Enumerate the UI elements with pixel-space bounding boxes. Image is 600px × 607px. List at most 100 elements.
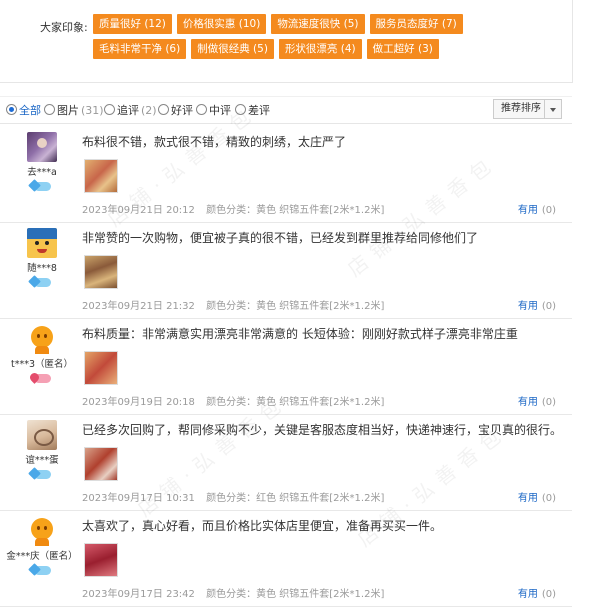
review-text: 布料质量：非常满意实用漂亮非常满意的 长短体验：刚刚好款式样子漂亮非常庄重 [82,327,518,341]
review-meta: 2023年09月21日 21:32 颜色分类：黄色 织锦五件套[2米*1.2米] [82,297,392,312]
review-variant: 颜色分类：黄色 织锦五件套[2米*1.2米] [206,397,385,408]
reviewer-nick: 金***庆 [6,551,40,562]
review-photo[interactable] [84,447,118,481]
diamond-level-icon [33,182,51,191]
reviewer-nick: 随***8 [27,263,57,274]
useful-vote: 有用 (0) [518,489,556,504]
filter-option-count: (2) [141,104,157,117]
review-item: 去***a 布料很不错，款式很不错，精致的刺绣，太庄严了 2023年09月21日… [0,126,572,223]
review-variant: 颜色分类：黄色 织锦五件套[2米*1.2米] [206,205,385,216]
anonymous-tag: （匿名） [39,551,78,562]
reviewer-name: 金***庆（匿名） [0,548,84,562]
filter-option[interactable]: 差评 [235,102,270,118]
review-photo[interactable] [84,255,118,289]
filter-option-label: 全部 [19,104,41,117]
filter-option[interactable]: 全部 [6,102,41,118]
impression-tags: 质量很好 (12) 价格很实惠 (10) 物流速度很快 (5) 服务员态度好 (7) 毛… [93,14,563,64]
review-date: 2023年09月21日 21:32 [82,301,195,312]
review-text: 已经多次回购了，帮同修采购不少，关键是客服态度相当好，快递神速行，宝贝真的很行。 [82,423,562,437]
impression-tag[interactable]: 形状很漂亮 (4) [278,39,362,59]
useful-button[interactable]: 有用 [518,493,538,504]
reviewer-name: 谊***蛋 [0,452,84,466]
reviewer-nick: 去***a [27,167,57,178]
review-meta: 2023年09月21日 20:12 颜色分类：黄色 织锦五件套[2米*1.2米] [82,201,392,216]
impression-tag[interactable]: 做工超好 (3) [366,39,439,59]
impression-tag[interactable]: 物流速度很快 (5) [271,14,365,34]
radio-icon[interactable] [235,104,246,115]
useful-button[interactable]: 有用 [518,589,538,600]
review-date: 2023年09月21日 20:12 [82,205,195,216]
impression-tag[interactable]: 质量很好 (12) [93,14,172,34]
review-variant: 颜色分类：黄色 织锦五件套[2米*1.2米] [206,301,385,312]
avatar[interactable] [27,420,57,450]
reviewer: t***3（匿名） [0,324,84,385]
impression-tag[interactable]: 价格很实惠 (10) [176,14,267,34]
radio-icon[interactable] [104,104,115,115]
review-variant: 颜色分类：红色 织锦五件套[2米*1.2米] [206,493,385,504]
radio-icon[interactable] [158,104,169,115]
useful-count: (0) [541,301,556,312]
review-meta: 2023年09月17日 23:42 颜色分类：黄色 织锦五件套[2米*1.2米] [82,585,392,600]
review-item: 随***8 非常赞的一次购物，便宜被子真的很不错，已经发到群里推荐给同修他们了 … [0,222,572,319]
avatar[interactable] [27,132,57,162]
filter-option-count: (31) [81,104,104,117]
filter-option-label: 好评 [171,104,193,117]
heart-level-icon [33,374,51,383]
impressions-panel: 大家印象: 质量很好 (12) 价格很实惠 (10) 物流速度很快 (5) 服务员态度… [0,0,573,83]
review-meta: 2023年09月17日 10:31 颜色分类：红色 织锦五件套[2米*1.2米] [82,489,392,504]
review-photo[interactable] [84,159,118,193]
useful-count: (0) [541,397,556,408]
review-variant: 颜色分类：黄色 织锦五件套[2米*1.2米] [206,589,385,600]
filter-option-label: 追评 [117,104,139,117]
diamond-level-icon [33,278,51,287]
radio-icon[interactable] [6,104,17,115]
useful-button[interactable]: 有用 [518,205,538,216]
anonymous-tag: （匿名） [35,359,74,370]
useful-vote: 有用 (0) [518,393,556,408]
sort-dropdown[interactable]: 推荐排序 [493,99,562,119]
useful-vote: 有用 (0) [518,201,556,216]
filter-option[interactable]: 追评 (2) [104,102,157,118]
review-text: 非常赞的一次购物，便宜被子真的很不错，已经发到群里推荐给同修他们了 [82,231,479,245]
review-photo[interactable] [84,351,118,385]
review-text: 布料很不错，款式很不错，精致的刺绣，太庄严了 [82,135,347,149]
reviewer: 谊***蛋 [0,420,84,481]
reviewer-nick: 谊***蛋 [25,455,59,466]
reviewer-name: 去***a [0,164,84,178]
avatar[interactable] [27,324,57,354]
impression-tag[interactable]: 制做很经典 (5) [191,39,274,59]
review-text: 太喜欢了，真心好看，而且价格比实体店里便宜，准备再买买一件。 [82,519,443,533]
review-photo[interactable] [84,543,118,577]
filter-option-label: 中评 [209,104,231,117]
useful-count: (0) [541,589,556,600]
radio-icon[interactable] [196,104,207,115]
review-date: 2023年09月17日 10:31 [82,493,195,504]
review-meta: 2023年09月19日 20:18 颜色分类：黄色 织锦五件套[2米*1.2米] [82,393,392,408]
useful-button[interactable]: 有用 [518,397,538,408]
reviewer: 随***8 [0,228,84,289]
useful-button[interactable]: 有用 [518,301,538,312]
review-item: 金***庆（匿名） 太喜欢了，真心好看，而且价格比实体店里便宜，准备再买买一件。… [0,510,572,607]
useful-vote: 有用 (0) [518,297,556,312]
avatar[interactable] [27,516,57,546]
filter-option[interactable]: 中评 [196,102,231,118]
useful-count: (0) [541,493,556,504]
review-date: 2023年09月17日 23:42 [82,589,195,600]
radio-icon[interactable] [44,104,55,115]
avatar[interactable] [27,228,57,258]
useful-count: (0) [541,205,556,216]
filter-option-label: 图片 [57,104,79,117]
diamond-level-icon [33,566,51,575]
review-date: 2023年09月19日 20:18 [82,397,195,408]
filter-option-label: 差评 [248,104,270,117]
impression-tag[interactable]: 服务员态度好 (7) [369,14,463,34]
review-item: 谊***蛋 已经多次回购了，帮同修采购不少，关键是客服态度相当好，快递神速行，宝… [0,414,572,511]
review-filter-bar: 差评 中评 好评 追评 (2) 图片 (31) 全部 推荐排序 [0,96,572,124]
useful-vote: 有用 (0) [518,585,556,600]
impression-tag[interactable]: 毛料非常干净 (6) [93,39,187,59]
filter-option[interactable]: 图片 (31) [44,102,104,118]
reviewer-nick: t***3 [10,359,35,370]
sort-label: 推荐排序 [501,103,541,114]
chevron-down-icon[interactable] [544,100,561,118]
filter-option[interactable]: 好评 [158,102,193,118]
